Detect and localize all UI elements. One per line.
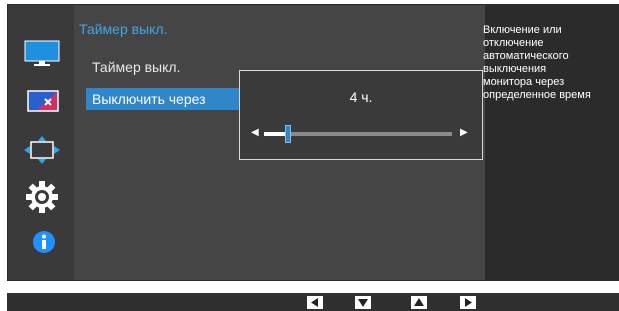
menu-title: Таймер выкл. — [79, 21, 168, 37]
slider-left-arrow-icon[interactable]: ◀ — [251, 127, 259, 138]
menu-item-off-timer[interactable]: Таймер выкл. — [86, 56, 241, 78]
picture-icon[interactable] — [24, 40, 60, 73]
left-button-icon[interactable] — [307, 296, 323, 309]
timer-value: 4 ч. — [349, 89, 373, 105]
down-button-icon[interactable] — [355, 296, 371, 309]
settings-icon[interactable] — [25, 180, 59, 219]
size-position-icon[interactable] — [24, 136, 60, 169]
turn-off-after-submenu: 4 ч. ◀ ▶ — [239, 70, 483, 160]
slider-right-arrow-icon[interactable]: ▶ — [460, 127, 468, 138]
timer-slider[interactable] — [264, 125, 452, 143]
menu-item-turn-off-after[interactable]: Выключить через — [86, 88, 241, 110]
color-icon[interactable] — [27, 90, 59, 117]
slider-knob[interactable] — [285, 125, 291, 143]
right-button-icon[interactable] — [460, 296, 476, 309]
up-button-icon[interactable] — [411, 296, 427, 309]
help-text: Включение или отключение автоматического… — [483, 24, 591, 101]
info-icon[interactable] — [32, 230, 56, 259]
